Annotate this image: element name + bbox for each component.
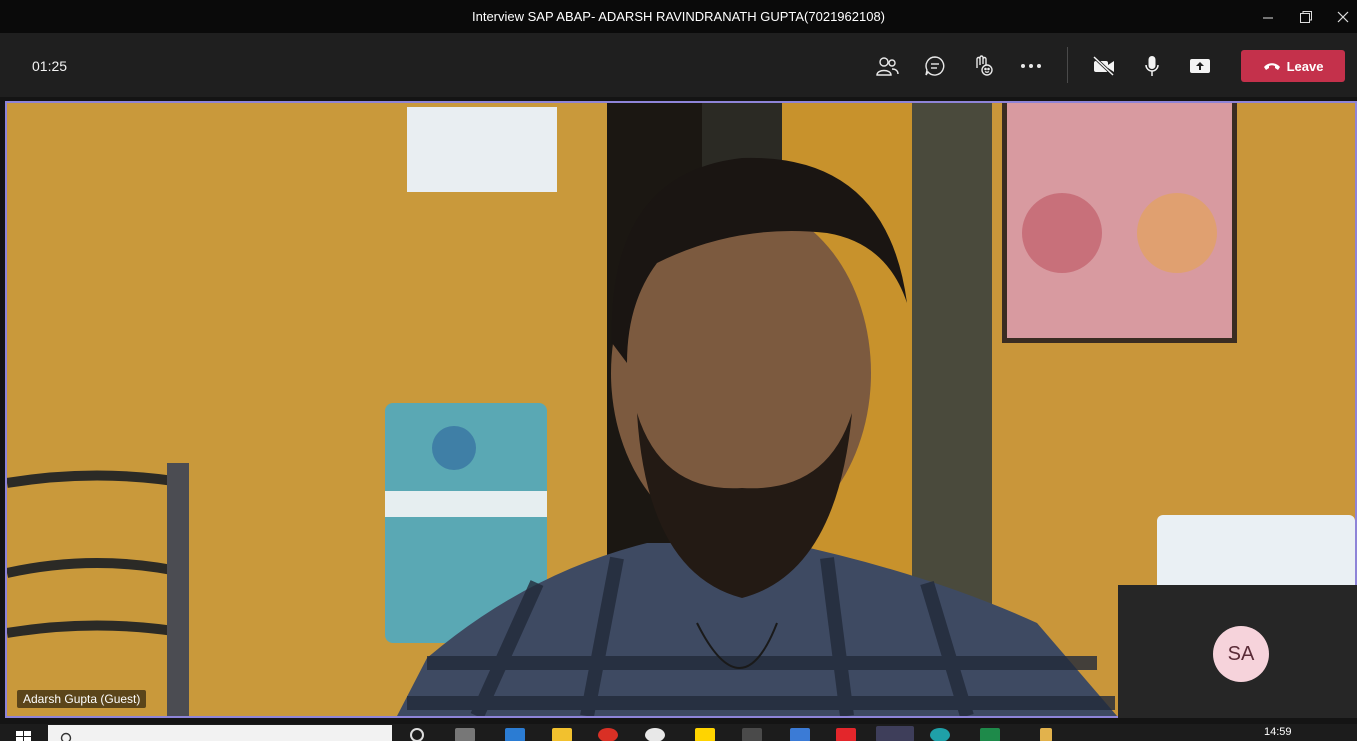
taskbar-clock[interactable]: 14:59	[1264, 726, 1292, 738]
file-explorer-icon[interactable]	[552, 728, 572, 741]
leave-button[interactable]: Leave	[1241, 50, 1345, 82]
search-icon	[60, 732, 72, 741]
window-title: Interview SAP ABAP- ADARSH RAVINDRANATH …	[471, 9, 886, 24]
meeting-stage: Adarsh Gupta (Guest) SA	[0, 97, 1357, 724]
meeting-toolbar: 01:25 Leave	[0, 33, 1357, 97]
chat-icon[interactable]	[920, 51, 950, 81]
chrome-icon[interactable]	[598, 728, 618, 741]
taskbar-app-icon[interactable]	[505, 728, 525, 741]
close-icon[interactable]	[1320, 0, 1357, 33]
taskbar-app-icon[interactable]	[645, 728, 665, 741]
taskbar-app-icon[interactable]	[742, 728, 762, 741]
taskbar-search-input[interactable]	[48, 725, 392, 741]
taskbar-app-icon[interactable]	[836, 728, 856, 741]
taskbar-app-icon[interactable]	[790, 728, 810, 741]
toolbar-divider	[1067, 47, 1068, 83]
reactions-icon[interactable]	[968, 51, 998, 81]
call-timer: 01:25	[32, 58, 68, 74]
teams-icon[interactable]	[876, 726, 914, 741]
leave-button-label: Leave	[1286, 58, 1324, 74]
avatar: SA	[1213, 626, 1269, 682]
self-preview-tile[interactable]: SA	[1118, 585, 1357, 718]
window-title-bar: Interview SAP ABAP- ADARSH RAVINDRANATH …	[0, 0, 1357, 33]
start-icon[interactable]	[16, 730, 32, 741]
sticky-notes-icon[interactable]	[695, 728, 715, 741]
tray-icon[interactable]	[1040, 728, 1052, 741]
taskbar-app-icon[interactable]	[930, 728, 950, 741]
os-taskbar: 14:59	[0, 724, 1357, 741]
participants-icon[interactable]	[872, 51, 902, 81]
participant-name-label: Adarsh Gupta (Guest)	[17, 690, 147, 708]
excel-icon[interactable]	[980, 728, 1000, 741]
more-options-icon[interactable]	[1016, 51, 1046, 81]
hang-up-icon	[1263, 63, 1280, 70]
task-view-icon[interactable]	[410, 728, 424, 741]
share-screen-icon[interactable]	[1185, 51, 1215, 81]
camera-off-icon[interactable]	[1089, 51, 1119, 81]
microphone-icon[interactable]	[1137, 51, 1167, 81]
taskbar-app-icon[interactable]	[455, 728, 475, 741]
